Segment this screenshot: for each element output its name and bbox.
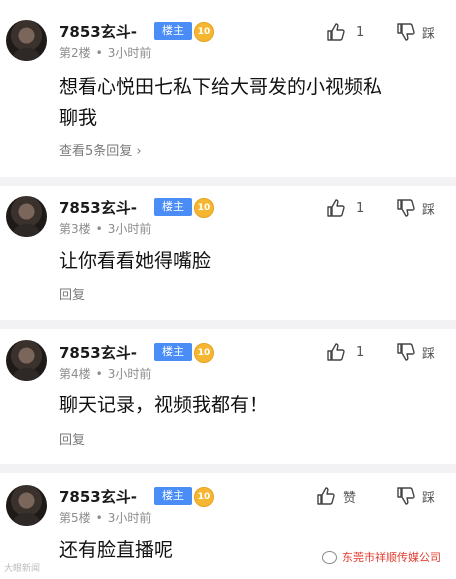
like-count: 赞 bbox=[343, 490, 357, 506]
dislike-label: 踩 bbox=[422, 26, 436, 42]
level-badge: 10 bbox=[194, 198, 214, 218]
dislike-button[interactable]: 踩 bbox=[396, 198, 435, 218]
like-button[interactable]: 1 bbox=[326, 342, 364, 362]
reply-link[interactable]: 回复 bbox=[59, 284, 85, 303]
timestamp: 3小时前 bbox=[107, 46, 152, 60]
reply-link[interactable]: 回复 bbox=[59, 429, 85, 448]
username[interactable]: 7853玄斗- bbox=[59, 21, 137, 42]
timestamp: 3小时前 bbox=[107, 511, 152, 525]
avatar[interactable] bbox=[6, 20, 47, 61]
floor-label: 第3楼 bbox=[59, 222, 91, 236]
like-button[interactable]: 1 bbox=[326, 198, 364, 218]
comment-meta: 第3楼 • 3小时前 bbox=[59, 222, 152, 236]
level-badge: 10 bbox=[194, 22, 214, 42]
floor-label: 第2楼 bbox=[59, 46, 91, 60]
username[interactable]: 7853玄斗- bbox=[59, 486, 137, 507]
avatar[interactable] bbox=[6, 340, 47, 381]
thumbs-down-icon bbox=[396, 198, 416, 218]
comment-item: 7853玄斗- 楼主 10 第4楼 • 3小时前 1 踩 聊天记录，视频我都有！ 回… bbox=[0, 329, 456, 464]
comment-text: 让你看看她得嘴脸 bbox=[59, 246, 429, 277]
thumbs-up-icon bbox=[326, 22, 346, 42]
owner-badge: 楼主 bbox=[154, 198, 192, 216]
thumbs-up-icon bbox=[316, 486, 336, 506]
timestamp: 3小时前 bbox=[107, 367, 152, 381]
like-count: 1 bbox=[356, 344, 365, 360]
like-button[interactable]: 赞 bbox=[316, 486, 356, 506]
wechat-icon bbox=[322, 550, 337, 564]
like-count: 1 bbox=[356, 24, 365, 40]
comment-item: 7853玄斗- 楼主 10 第3楼 • 3小时前 1 踩 让你看看她得嘴脸 回复 bbox=[0, 186, 456, 321]
level-badge: 10 bbox=[194, 343, 214, 363]
thumbs-down-icon bbox=[396, 342, 416, 362]
dislike-label: 踩 bbox=[422, 490, 436, 506]
comment-text-line: 聊天记录，视频我都有！ bbox=[59, 394, 269, 416]
divider bbox=[0, 320, 456, 329]
watermark-right: 东莞市祥顺传媒公司 bbox=[322, 549, 441, 565]
thumbs-down-icon bbox=[396, 22, 416, 42]
owner-badge: 楼主 bbox=[154, 343, 192, 361]
dislike-button[interactable]: 踩 bbox=[396, 486, 435, 506]
floor-label: 第4楼 bbox=[59, 367, 91, 381]
comment-text: 想看心悦田七私下给大哥发的小视频私 聊我 bbox=[59, 72, 429, 134]
comment-meta: 第5楼 • 3小时前 bbox=[59, 511, 152, 525]
comment-text-line: 让你看看她得嘴脸 bbox=[59, 250, 212, 272]
username[interactable]: 7853玄斗- bbox=[59, 197, 137, 218]
comment-meta: 第2楼 • 3小时前 bbox=[59, 46, 152, 60]
divider bbox=[0, 177, 456, 186]
view-replies-link[interactable]: 查看5条回复 › bbox=[59, 140, 142, 159]
owner-badge: 楼主 bbox=[154, 22, 192, 40]
dislike-label: 踩 bbox=[422, 346, 436, 362]
like-count: 1 bbox=[356, 200, 365, 216]
divider bbox=[0, 464, 456, 473]
comment-text-line: 想看心悦田七私下给大哥发的小视频私 bbox=[59, 76, 383, 98]
avatar[interactable] bbox=[6, 196, 47, 237]
thumbs-down-icon bbox=[396, 486, 416, 506]
comment-text-line: 聊我 bbox=[59, 107, 98, 129]
comment-meta: 第4楼 • 3小时前 bbox=[59, 367, 152, 381]
comment-text: 聊天记录，视频我都有！ bbox=[59, 390, 429, 421]
watermark-right-text: 东莞市祥顺传媒公司 bbox=[342, 551, 441, 564]
thumbs-up-icon bbox=[326, 198, 346, 218]
timestamp: 3小时前 bbox=[107, 222, 152, 236]
floor-label: 第5楼 bbox=[59, 511, 91, 525]
dislike-button[interactable]: 踩 bbox=[396, 342, 435, 362]
dislike-button[interactable]: 踩 bbox=[396, 22, 435, 42]
dislike-label: 踩 bbox=[422, 202, 436, 218]
comment-item: 7853玄斗- 楼主 10 第2楼 • 3小时前 1 踩 想看心悦田七私下给大哥发的… bbox=[0, 0, 456, 180]
thumbs-up-icon bbox=[326, 342, 346, 362]
owner-badge: 楼主 bbox=[154, 487, 192, 505]
like-button[interactable]: 1 bbox=[326, 22, 364, 42]
avatar[interactable] bbox=[6, 485, 47, 526]
watermark-left: 大眼新闻 bbox=[4, 564, 41, 574]
username[interactable]: 7853玄斗- bbox=[59, 342, 137, 363]
level-badge: 10 bbox=[194, 487, 214, 507]
